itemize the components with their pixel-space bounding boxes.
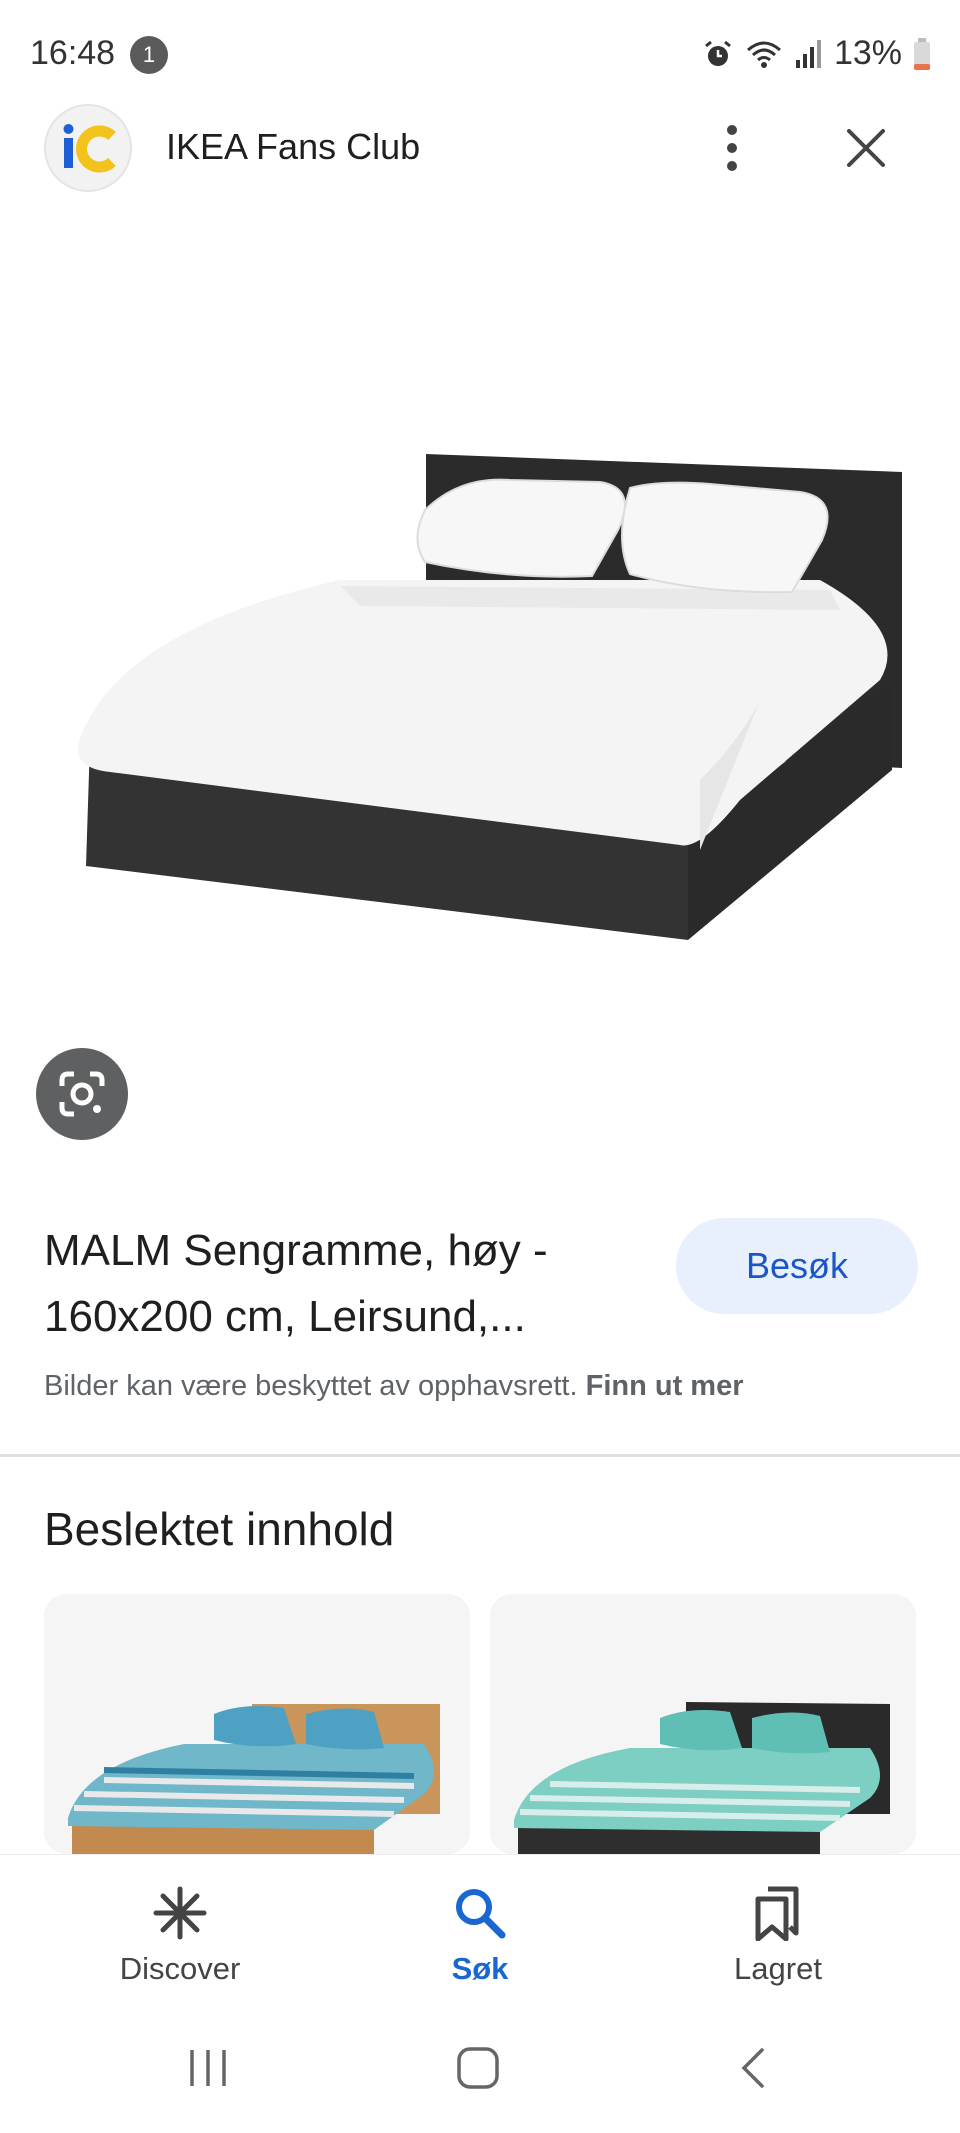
google-lens-button[interactable] (36, 1048, 128, 1140)
copyright-text: Bilder kan være beskyttet av opphavsrett… (44, 1370, 578, 1402)
nav-discover-label: Discover (119, 1951, 241, 1986)
close-button[interactable] (836, 118, 896, 178)
product-title[interactable]: MALM Sengramme, høy - 160x200 cm, Leirsu… (44, 1218, 644, 1350)
related-card-oak-bed[interactable] (44, 1594, 470, 1854)
status-time: 16:48 (30, 34, 116, 72)
recent-apps-icon (190, 2050, 226, 2086)
nav-saved[interactable]: Lagret (678, 1883, 878, 1987)
status-bar: 16:48 1 13% (0, 0, 960, 110)
asterisk-icon (153, 1886, 207, 1940)
signal-icon (794, 38, 824, 70)
site-name: IKEA Fans Club (166, 126, 421, 167)
visit-button[interactable]: Besøk (676, 1218, 918, 1314)
bed-image (78, 454, 902, 940)
recent-apps-button[interactable] (186, 2046, 230, 2095)
related-image-oak-bed (68, 1704, 440, 1854)
back-button[interactable] (732, 2046, 776, 2095)
status-indicators: 13% (702, 34, 932, 73)
more-options-button[interactable] (712, 116, 752, 180)
learn-more-link[interactable]: Finn ut mer (586, 1370, 744, 1402)
nav-saved-label: Lagret (734, 1951, 822, 1986)
bottom-navigation: Discover Søk Lagret (0, 1854, 960, 2004)
search-icon (456, 1889, 506, 1939)
home-button[interactable] (456, 2046, 500, 2095)
site-logo[interactable] (44, 104, 132, 192)
system-navigation-bar (0, 2004, 960, 2133)
divider (0, 1454, 960, 1457)
nav-discover[interactable]: Discover (80, 1883, 280, 1987)
related-card-black-bed[interactable] (490, 1594, 916, 1854)
bookmarks-icon (755, 1886, 799, 1941)
product-image[interactable] (40, 380, 920, 960)
related-image-black-bed (514, 1702, 890, 1854)
ikea-fans-logo-icon (63, 124, 116, 173)
back-icon (741, 2048, 764, 2088)
more-vert-icon (727, 125, 737, 171)
close-icon (847, 129, 885, 167)
related-heading: Beslektet innhold (44, 1503, 395, 1555)
app-header: IKEA Fans Club (0, 100, 960, 194)
wifi-icon (744, 38, 784, 70)
battery-icon (912, 37, 932, 71)
nav-search-label: Søk (451, 1951, 509, 1986)
nav-search[interactable]: Søk (380, 1883, 580, 1987)
alarm-icon (702, 38, 734, 70)
notification-badge: 1 (130, 36, 168, 74)
lens-icon (59, 1071, 105, 1117)
copyright-note: Bilder kan være beskyttet av opphavsrett… (44, 1370, 744, 1403)
battery-percent: 13% (833, 34, 902, 72)
home-icon (457, 2047, 499, 2089)
